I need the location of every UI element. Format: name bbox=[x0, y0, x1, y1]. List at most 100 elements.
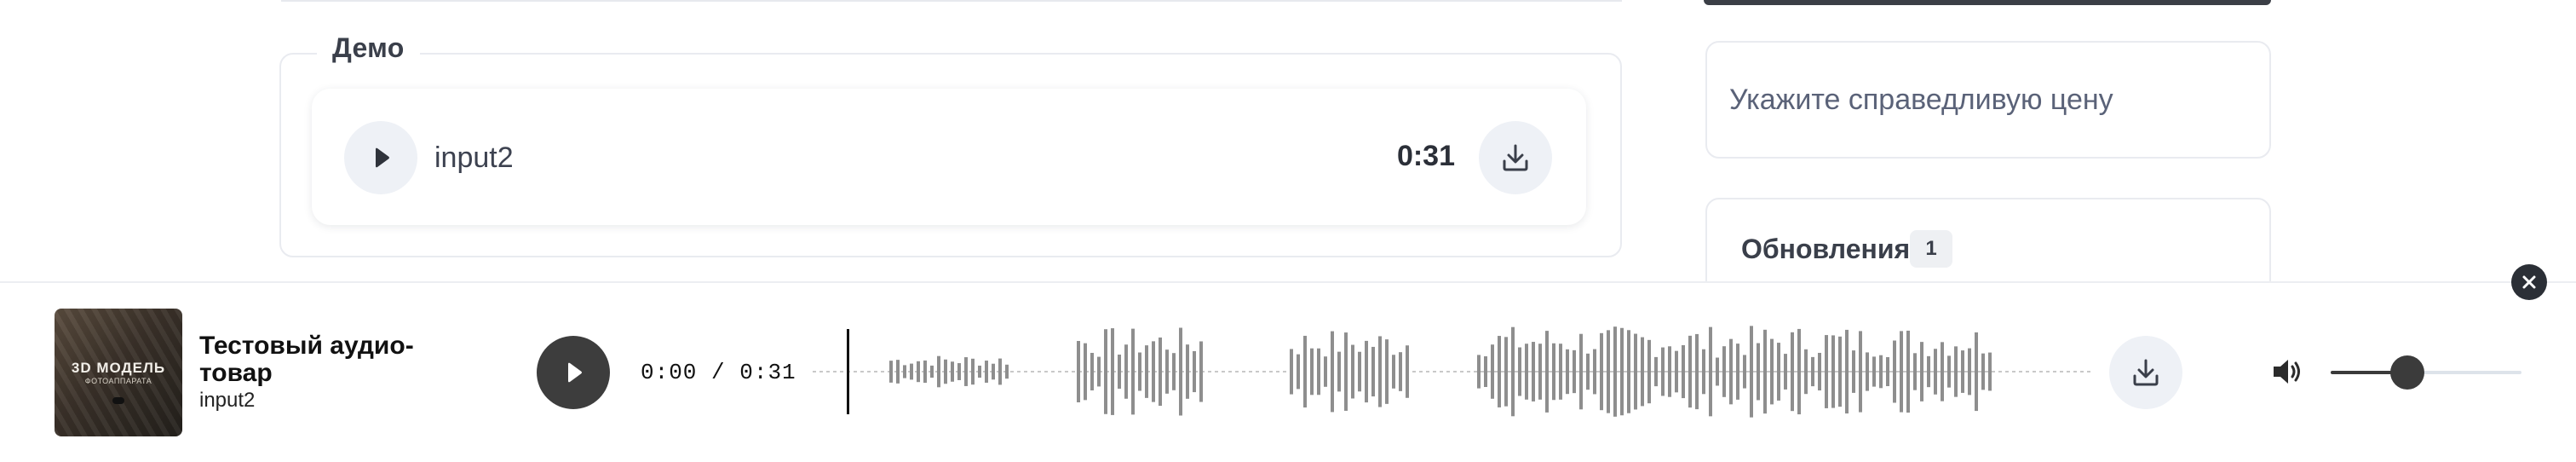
waveform-bar bbox=[1498, 336, 1501, 407]
waveform-bar bbox=[1131, 328, 1135, 415]
waveform-bar bbox=[1838, 336, 1842, 407]
waveform-bar bbox=[1600, 332, 1603, 411]
waveform-bar bbox=[1709, 326, 1712, 417]
download-icon bbox=[2133, 359, 2159, 386]
waveform-bar bbox=[1695, 333, 1699, 410]
waveform-bar bbox=[971, 358, 975, 385]
top-divider bbox=[281, 0, 1622, 2]
waveform-bar bbox=[1934, 349, 1937, 395]
track-download-button[interactable] bbox=[1479, 121, 1552, 194]
waveform-bar bbox=[1392, 355, 1395, 389]
waveform-bar bbox=[1634, 333, 1637, 410]
waveform-bar bbox=[1947, 355, 1951, 388]
track-duration: 0:31 bbox=[1396, 140, 1455, 172]
player-play-button[interactable] bbox=[537, 336, 610, 409]
waveform-bar bbox=[1866, 352, 1869, 391]
volume-icon[interactable] bbox=[2271, 356, 2305, 387]
waveform-bar bbox=[1118, 355, 1121, 389]
waveform-bar bbox=[1886, 357, 1889, 386]
waveform-bar bbox=[951, 361, 954, 382]
waveform-bar bbox=[1186, 344, 1189, 399]
waveform-bar bbox=[1688, 335, 1692, 408]
waveform-bar bbox=[1607, 330, 1610, 413]
waveform-bar bbox=[1913, 353, 1917, 390]
waveform-bar bbox=[1532, 342, 1535, 401]
waveform-bar bbox=[1124, 344, 1128, 399]
waveform-seekbar[interactable] bbox=[813, 324, 2090, 419]
waveform-bar bbox=[957, 363, 961, 380]
waveform-bar bbox=[1378, 336, 1382, 407]
waveform-bar bbox=[964, 357, 968, 386]
waveform-bar bbox=[1090, 352, 1094, 391]
waveform-bar bbox=[1303, 335, 1307, 408]
close-player-button[interactable] bbox=[2511, 264, 2547, 300]
waveform-bar bbox=[1682, 344, 1685, 399]
waveform-bar bbox=[1893, 340, 1896, 403]
waveform-bar bbox=[910, 363, 913, 380]
waveform-bar bbox=[1927, 355, 1930, 388]
waveform-bar bbox=[930, 365, 934, 378]
current-time: 0:00 bbox=[641, 360, 698, 385]
waveform-bar bbox=[1399, 352, 1402, 391]
waveform-bar bbox=[1504, 337, 1508, 407]
waveform-bar bbox=[1138, 352, 1141, 391]
price-input[interactable]: Укажите справедливую цену bbox=[1705, 41, 2271, 159]
updates-title: Обновления bbox=[1741, 234, 1911, 264]
total-time: 0:31 bbox=[739, 360, 796, 385]
waveform-bar bbox=[1566, 349, 1569, 395]
waveform-bar bbox=[1750, 326, 1753, 418]
volume-slider-rest[interactable] bbox=[2419, 371, 2521, 374]
waveform-bar bbox=[1777, 343, 1780, 401]
waveform-bar bbox=[1573, 349, 1576, 394]
waveform-bar bbox=[1722, 346, 1726, 397]
track-play-button[interactable] bbox=[344, 121, 417, 194]
waveform-bar bbox=[1675, 350, 1678, 393]
waveform-bar bbox=[1518, 347, 1521, 396]
waveform-bar bbox=[985, 361, 988, 383]
waveform-bar bbox=[1365, 340, 1368, 403]
waveform-bar bbox=[896, 360, 900, 384]
waveform-bar bbox=[1344, 332, 1348, 411]
waveform-bar bbox=[1791, 332, 1794, 412]
download-icon bbox=[1503, 144, 1528, 171]
waveform-bar bbox=[1317, 348, 1320, 396]
waveform-bar bbox=[1084, 343, 1087, 401]
waveform-bar bbox=[1324, 356, 1327, 387]
waveform-bar bbox=[1981, 353, 1985, 390]
waveform-bar bbox=[1159, 337, 1162, 407]
waveform-bar bbox=[1097, 356, 1101, 387]
waveform-bar bbox=[1586, 353, 1590, 390]
demo-legend: Демо bbox=[317, 32, 420, 64]
volume-slider-thumb[interactable] bbox=[2389, 355, 2424, 390]
waveform-bar bbox=[978, 365, 981, 378]
waveform-bar bbox=[1702, 349, 1705, 395]
waveform-bar bbox=[1371, 346, 1375, 397]
waveform-bar bbox=[1961, 350, 1964, 393]
waveform-bar bbox=[1297, 354, 1300, 390]
sidebar-action-button[interactable] bbox=[1704, 0, 2271, 5]
waveform-bar bbox=[1179, 327, 1182, 416]
player-download-button[interactable] bbox=[2109, 336, 2182, 409]
waveform-bar bbox=[937, 355, 940, 388]
waveform-bar bbox=[923, 360, 927, 384]
waveform-bar bbox=[1477, 355, 1481, 389]
waveform-bar bbox=[1351, 344, 1354, 399]
waveform-bar bbox=[1491, 344, 1494, 399]
waveform-bar bbox=[1859, 331, 1862, 413]
cover-subtitle: ФОТОАППАРАТА bbox=[84, 377, 152, 385]
waveform-bar bbox=[1729, 338, 1733, 405]
waveform-bar bbox=[1525, 344, 1528, 400]
time-readout: 0:00 / 0:31 bbox=[641, 360, 796, 385]
demo-track-card: input2 0:31 bbox=[312, 89, 1586, 225]
player-track-title: Тестовый аудио-товар bbox=[199, 332, 414, 387]
waveform-bar bbox=[1716, 357, 1719, 386]
waveform-playhead bbox=[847, 329, 849, 414]
waveform-bar bbox=[1743, 355, 1746, 389]
waveform-bar bbox=[1559, 344, 1562, 400]
waveform-bar bbox=[1954, 346, 1958, 397]
time-separator: / bbox=[697, 360, 740, 385]
waveform-bar bbox=[1879, 355, 1883, 389]
waveform-bar bbox=[1900, 331, 1903, 413]
waveform-bar bbox=[1104, 329, 1107, 414]
waveform-bar bbox=[1552, 343, 1555, 401]
